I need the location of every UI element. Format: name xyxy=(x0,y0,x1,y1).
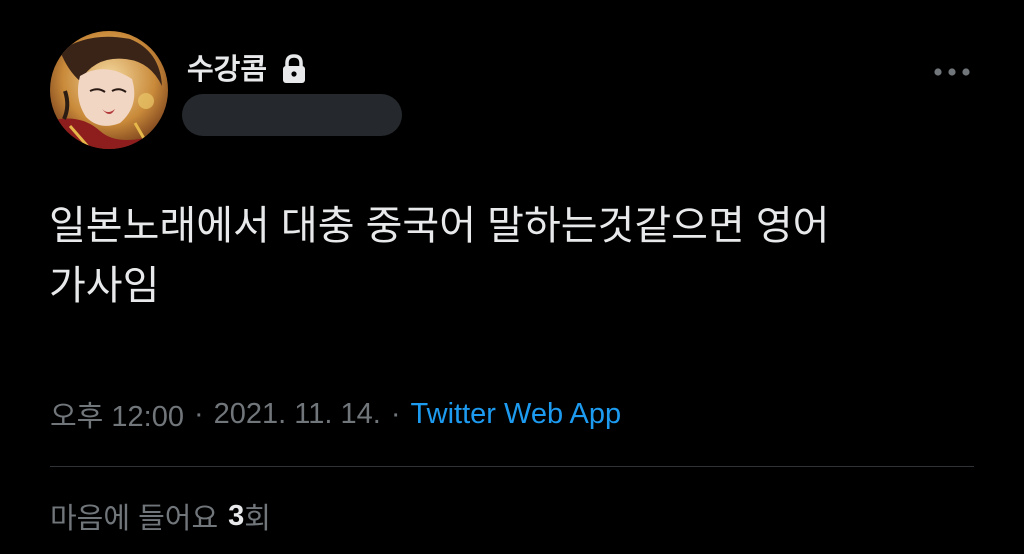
divider xyxy=(50,466,974,467)
source-link[interactable]: Twitter Web App xyxy=(411,398,622,431)
tweet-text: 일본노래에서 대충 중국어 말하는것같으면 영어 가사임 xyxy=(49,204,830,308)
more-horizontal-icon[interactable] xyxy=(930,60,974,84)
author-name-row: 수강콤 xyxy=(187,50,309,90)
meta-separator: · xyxy=(194,397,204,430)
avatar-image xyxy=(50,31,168,149)
likes-stat[interactable]: 마음에 들어요 3 회 xyxy=(50,494,271,538)
tweet-meta: 오후 12:00 · 2021. 11. 14. · Twitter Web A… xyxy=(50,392,621,436)
likes-count: 3 xyxy=(228,499,245,532)
likes-suffix: 회 xyxy=(244,503,271,535)
tweet-time[interactable]: 오후 12:00 xyxy=(50,393,184,435)
meta-separator: · xyxy=(390,397,401,430)
avatar[interactable] xyxy=(50,31,168,149)
tweet-date[interactable]: 2021. 11. 14. xyxy=(214,398,381,431)
author-display-name[interactable]: 수강콤 xyxy=(187,50,267,90)
likes-label: 마음에 들어요 xyxy=(50,503,219,535)
lock-icon xyxy=(279,53,309,87)
author-handle-redacted xyxy=(182,94,402,136)
